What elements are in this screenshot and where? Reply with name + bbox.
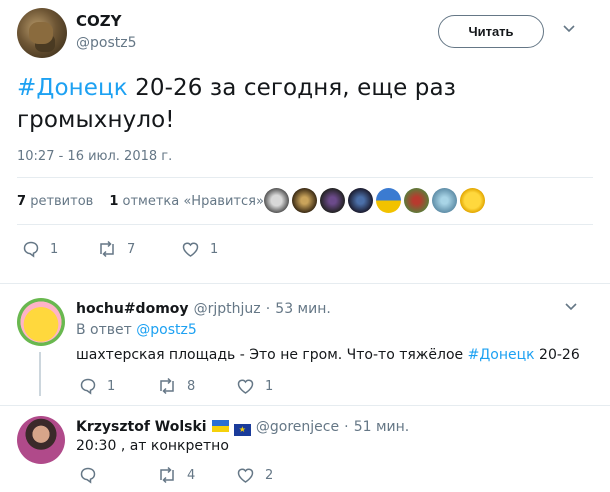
tweet-timestamp[interactable]: 10:27 - 16 июл. 2018 г. (17, 149, 172, 164)
retweet-action[interactable]: 7 (97, 240, 135, 258)
eu-flag-icon: ★ (233, 424, 251, 436)
liker-avatar[interactable] (348, 188, 373, 213)
reply-header: Krzysztof Wolski ★ @gorenjece · 51 мин. (76, 419, 410, 436)
chevron-down-icon[interactable] (564, 300, 578, 314)
reply-action[interactable]: 1 (79, 377, 115, 395)
retweet-count: 7 (127, 241, 136, 257)
like-action[interactable]: 2 (236, 466, 273, 484)
liker-avatar[interactable] (320, 188, 345, 213)
hashtag-link[interactable]: #Донецк (17, 75, 128, 101)
tweet-text-line2: громыхнуло! (17, 107, 175, 133)
reply-header: hochu#domoy @rjpthjuz · 53 мин. (76, 301, 331, 317)
liker-avatar[interactable] (264, 188, 289, 213)
reply-time[interactable]: 51 мин. (354, 419, 410, 435)
thread-line (39, 352, 41, 396)
reply-author-name[interactable]: Krzysztof Wolski (76, 419, 207, 435)
reply-author-handle[interactable]: @rjpthjuz (194, 301, 261, 317)
liker-avatar[interactable] (432, 188, 457, 213)
retweet-icon (160, 377, 174, 395)
reply-author-handle[interactable]: @gorenjece (256, 419, 339, 435)
liker-avatar[interactable] (376, 188, 401, 213)
author-avatar[interactable] (17, 8, 67, 58)
reply-avatar[interactable] (17, 298, 65, 346)
reply-to-line: В ответ @postz5 (76, 322, 197, 338)
follow-button[interactable]: Читать (438, 15, 544, 48)
hashtag-link[interactable]: #Донецк (468, 347, 535, 363)
reply-time[interactable]: 53 мин. (275, 301, 331, 317)
ukraine-flag-icon (211, 420, 229, 432)
reply-avatar[interactable] (17, 416, 65, 464)
retweet-icon (100, 240, 114, 258)
heart-icon (237, 468, 254, 483)
reply-count: 1 (50, 241, 59, 257)
reply-author-name[interactable]: hochu#domoy (76, 301, 189, 317)
heart-icon (237, 379, 254, 394)
like-count: 1 (210, 241, 219, 257)
reply-icon (80, 467, 96, 484)
reply-icon (23, 241, 39, 258)
author-name[interactable]: COZY (76, 12, 122, 30)
chevron-down-icon[interactable] (562, 22, 576, 36)
like-action[interactable]: 1 (236, 377, 273, 395)
reply-text: шахтерская площадь - Это не гром. Что-то… (76, 347, 580, 363)
liker-avatar[interactable] (292, 188, 317, 213)
likers-avatars (264, 188, 485, 213)
reply-action[interactable] (79, 466, 97, 484)
author-handle[interactable]: @postz5 (76, 35, 137, 51)
likes-stat[interactable]: 1 отметка «Нравится» (109, 194, 264, 209)
reply-text: 20:30 ‚ ат конкретно (76, 438, 229, 454)
divider (17, 224, 593, 225)
retweets-stat[interactable]: 7 ретвитов (17, 194, 93, 209)
divider (17, 177, 593, 178)
tweet-text: #Донецк 20-26 за сегодня, еще раз громых… (17, 72, 557, 136)
divider (0, 405, 610, 406)
retweet-action[interactable]: 4 (157, 466, 195, 484)
liker-avatar[interactable] (404, 188, 429, 213)
reply-action[interactable]: 1 (22, 240, 58, 258)
retweet-action[interactable]: 8 (157, 377, 195, 395)
reply-icon (80, 378, 96, 395)
tweet-text-line1: 20-26 за сегодня, еще раз (127, 75, 456, 101)
divider (0, 283, 610, 284)
heart-icon (182, 242, 199, 257)
liker-avatar[interactable] (460, 188, 485, 213)
like-action[interactable]: 1 (181, 240, 218, 258)
retweet-icon (160, 466, 174, 484)
tweet-stats: 7 ретвитов 1 отметка «Нравится» (17, 194, 264, 209)
reply-to-handle[interactable]: @postz5 (136, 322, 197, 338)
